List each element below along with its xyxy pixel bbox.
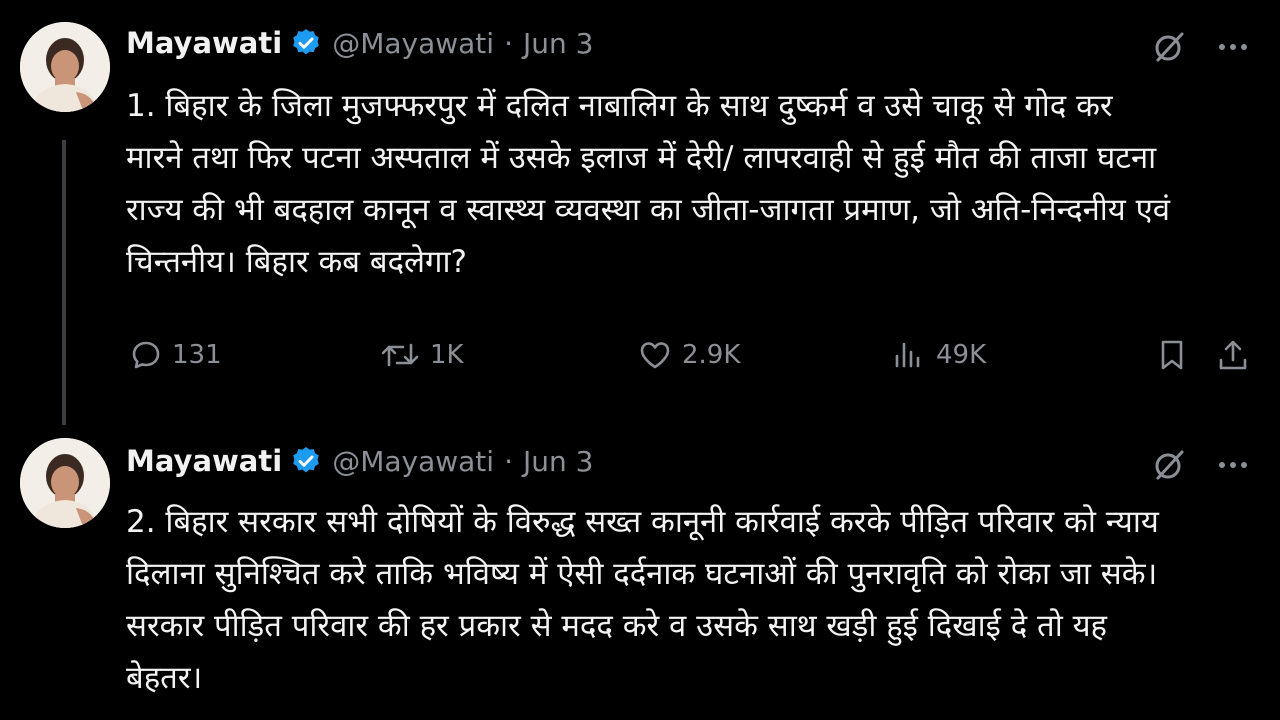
tweet-header: Mayawati @Mayawati · Jun 3: [126, 26, 593, 60]
thread-line: [62, 140, 66, 425]
grok-icon[interactable]: [1152, 448, 1186, 482]
reply-button[interactable]: 131: [130, 330, 222, 380]
tweet-top-actions: [1152, 448, 1250, 482]
bookmark-icon: [1161, 340, 1183, 370]
author-handle[interactable]: @Mayawati: [332, 27, 494, 60]
tweet-date[interactable]: Jun 3: [523, 27, 593, 60]
view-count: 49K: [936, 340, 987, 370]
tweet-header: Mayawati @Mayawati · Jun 3: [126, 444, 593, 478]
tweet-1[interactable]: Mayawati @Mayawati · Jun 3 1. बिहार के ज…: [0, 0, 1280, 430]
author-handle[interactable]: @Mayawati: [332, 445, 494, 478]
grok-icon[interactable]: [1152, 30, 1186, 64]
views-button[interactable]: 49K: [892, 330, 986, 380]
separator-dot: ·: [504, 444, 513, 478]
reply-icon: [132, 341, 160, 369]
separator-dot: ·: [504, 26, 513, 60]
avatar[interactable]: [20, 22, 110, 112]
avatar[interactable]: [20, 438, 110, 528]
tweet-date[interactable]: Jun 3: [523, 445, 593, 478]
views-icon: [895, 342, 920, 368]
avatar-image: [20, 438, 110, 528]
repost-count: 1K: [430, 340, 464, 370]
tweet-top-actions: [1152, 30, 1250, 64]
like-icon: [640, 342, 670, 369]
repost-icon: [381, 343, 419, 367]
like-button[interactable]: 2.9K: [638, 330, 740, 380]
bookmark-button[interactable]: [1156, 330, 1188, 380]
more-icon[interactable]: [1216, 448, 1250, 482]
avatar-image: [20, 22, 110, 112]
author-name[interactable]: Mayawati: [126, 26, 282, 60]
reply-count: 131: [172, 340, 222, 370]
tweet-text: 1. बिहार के जिला मुजफ्फरपुर में दलित नाब…: [126, 88, 1171, 280]
repost-button[interactable]: 1K: [380, 330, 464, 380]
like-count: 2.9K: [682, 340, 741, 370]
author-name[interactable]: Mayawati: [126, 444, 282, 478]
tweet-actions: 131 1K 2.9K 49K: [126, 330, 1256, 380]
share-icon: [1219, 340, 1247, 370]
tweet-text: 2. बिहार सरकार सभी दोषियों के विरुद्ध सख…: [126, 504, 1159, 696]
verified-badge-icon: [293, 447, 319, 473]
share-button[interactable]: [1216, 330, 1250, 380]
verified-badge-icon: [293, 29, 319, 55]
more-icon[interactable]: [1216, 30, 1250, 64]
